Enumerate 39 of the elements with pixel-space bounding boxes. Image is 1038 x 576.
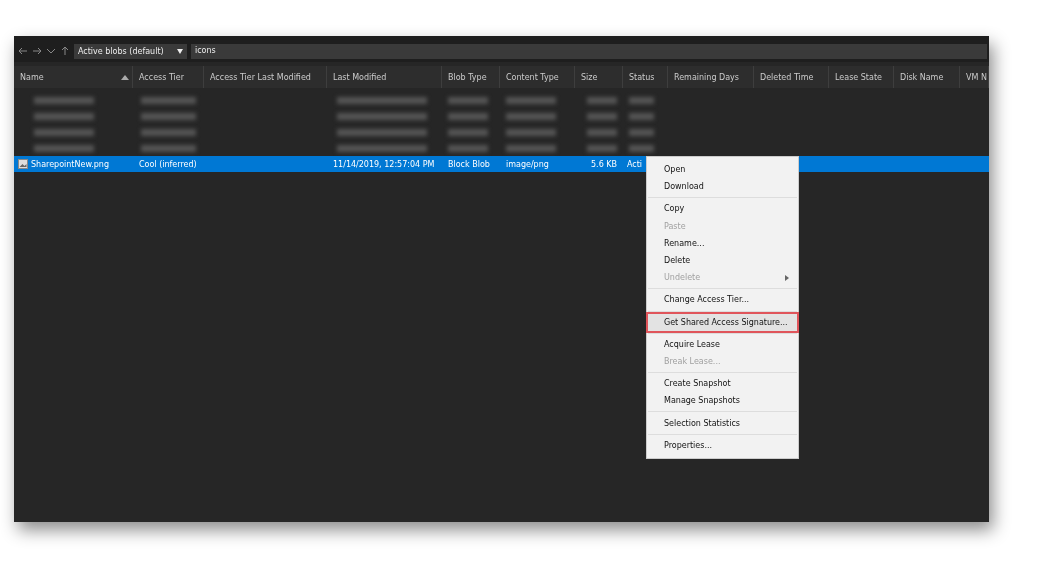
- column-header[interactable]: Remaining Days: [668, 66, 754, 88]
- table-cell: Block Blob: [448, 159, 490, 169]
- menu-item[interactable]: Create Snapshot: [648, 375, 797, 393]
- column-header[interactable]: Last Modified: [327, 66, 442, 88]
- menu-item[interactable]: Copy: [648, 200, 797, 218]
- menu-item[interactable]: Selection Statistics: [648, 414, 797, 432]
- column-header[interactable]: Status: [623, 66, 668, 88]
- menu-item[interactable]: Delete: [648, 251, 797, 270]
- column-header[interactable]: Lease State: [829, 66, 894, 88]
- menu-item[interactable]: Download: [648, 178, 797, 196]
- menu-item[interactable]: Manage Snapshots: [648, 392, 797, 410]
- up-arrow-icon[interactable]: [60, 46, 70, 56]
- menu-item[interactable]: Acquire Lease: [648, 335, 797, 353]
- chevron-down-icon[interactable]: [46, 46, 56, 56]
- search-field[interactable]: icons: [191, 43, 987, 59]
- table-cell: Acti: [627, 159, 643, 169]
- column-header[interactable]: Size: [575, 66, 623, 88]
- table-cell: 11/14/2019, 12:57:04 PM: [333, 159, 435, 169]
- column-header[interactable]: Name: [14, 66, 133, 88]
- column-header[interactable]: VM N: [960, 66, 989, 88]
- table-cell: 5.6 KB: [591, 159, 617, 169]
- menu-item[interactable]: Get Shared Access Signature...: [648, 313, 797, 331]
- back-arrow-icon[interactable]: [18, 46, 28, 56]
- menu-item[interactable]: Properties...: [648, 436, 797, 454]
- image-file-icon: [18, 159, 28, 169]
- column-header[interactable]: Access Tier: [133, 66, 204, 88]
- table-cell: Cool (inferred): [139, 159, 197, 169]
- column-header[interactable]: Content Type: [500, 66, 575, 88]
- menu-item[interactable]: Change Access Tier...: [648, 291, 797, 309]
- column-header[interactable]: Access Tier Last Modified: [204, 66, 327, 88]
- table-cell: SharepointNew.png: [31, 159, 109, 169]
- column-header[interactable]: Blob Type: [442, 66, 500, 88]
- column-header[interactable]: Disk Name: [894, 66, 960, 88]
- forward-arrow-icon[interactable]: [32, 46, 42, 56]
- column-header[interactable]: Deleted Time: [754, 66, 829, 88]
- view-select[interactable]: Active blobs (default): [74, 43, 187, 59]
- menu-item[interactable]: Rename...: [648, 234, 797, 252]
- caret-icon: [177, 48, 183, 54]
- table-cell: image/png: [506, 159, 549, 169]
